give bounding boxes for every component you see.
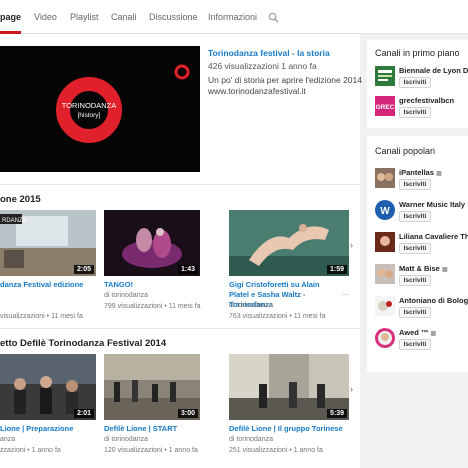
tab-informazioni[interactable]: Informazioni <box>208 0 257 34</box>
channel-name[interactable]: iPantellas ▦ <box>399 168 442 177</box>
channel-name[interactable]: Awed ™ ▦ <box>399 328 436 337</box>
video-thumbnail[interactable]: RDANZA 2:05 <box>0 210 96 276</box>
video-meta: zzazioni • 1 anno fa <box>0 447 61 454</box>
channel-name[interactable]: Liliana Cavaliere Th <box>399 232 468 241</box>
channel-row[interactable]: GREC grecfestivalbcn Iscriviti <box>375 96 468 122</box>
video-thumbnail[interactable]: 1:59 <box>229 210 349 276</box>
subscribe-button[interactable]: Iscriviti <box>399 307 431 318</box>
verified-icon: ▦ <box>436 171 442 177</box>
antoniano-logo-icon <box>375 296 395 316</box>
logo-text-line1: TORINODANZA <box>62 101 116 110</box>
tab-video[interactable]: Video <box>34 0 57 34</box>
video-duration: 1:59 <box>326 265 347 274</box>
video-meta: 763 visualizzazioni • 11 mesi fa <box>229 313 326 320</box>
video-meta: 251 visualizzazioni • 1 anno fa <box>229 447 323 454</box>
video-thumbnail[interactable]: 2:01 <box>0 354 96 420</box>
video-title[interactable]: TANGO! <box>104 280 200 290</box>
tab-canali[interactable]: Canali <box>111 0 137 34</box>
featured-video-link[interactable]: www.torinodanzafestival.it <box>208 86 306 96</box>
svg-text:GREC: GREC <box>376 104 395 111</box>
grec-logo-icon: GREC <box>375 96 395 116</box>
channel-name[interactable]: grecfestivalbcn <box>399 96 454 105</box>
tab-playlist[interactable]: Playlist <box>70 0 99 34</box>
chevron-right-icon[interactable]: › <box>350 384 353 394</box>
verified-icon: ▦ <box>430 331 437 337</box>
video-channel[interactable]: di torinodanza <box>229 436 273 443</box>
channel-name[interactable]: Warner Music Italy <box>399 200 465 209</box>
video-channel[interactable]: di torinodanza <box>229 302 273 309</box>
channel-row[interactable]: W Warner Music Italy Iscriviti <box>375 200 468 226</box>
subscribe-button[interactable]: Iscriviti <box>399 179 431 190</box>
featured-video-thumbnail[interactable]: TORINODANZA [history] <box>0 46 200 172</box>
avatar <box>375 328 395 348</box>
avatar <box>375 232 395 252</box>
warner-logo-icon: W <box>375 200 395 220</box>
video-meta: visualizzazioni • 11 mesi fa <box>0 313 83 320</box>
channel-name[interactable]: Matt & Bise ▦ <box>399 264 448 273</box>
video-meta: 120 visualizzazioni • 1 anno fa <box>104 447 198 454</box>
verified-icon: ▦ <box>441 267 448 273</box>
video-duration: 2:01 <box>73 409 94 418</box>
video-meta: 799 visualizzazioni • 11 mesi fa <box>104 303 201 310</box>
biennale-logo-icon <box>375 66 395 86</box>
subscribe-button[interactable]: Iscriviti <box>399 275 431 286</box>
video-duration: 3:00 <box>177 409 198 418</box>
search-icon[interactable] <box>268 12 279 23</box>
tab-discussione[interactable]: Discussione <box>149 0 198 34</box>
torinodanza-logo-icon: TORINODANZA [history] <box>0 46 200 172</box>
video-thumbnail[interactable]: 3:00 <box>104 354 200 420</box>
video-channel[interactable]: di torinodanza <box>104 436 148 443</box>
channel-row[interactable]: Liliana Cavaliere Th Iscriviti <box>375 232 468 258</box>
svg-text:RDANZA: RDANZA <box>2 218 27 224</box>
avatar <box>375 168 395 188</box>
channel-row[interactable]: Matt & Bise ▦ Iscriviti <box>375 264 468 290</box>
video-title[interactable]: Defilè Lione | Il gruppo Torinese <box>229 424 349 434</box>
main-content: TORINODANZA [history] Torinodanza festiv… <box>0 34 362 468</box>
subscribe-button[interactable]: Iscriviti <box>399 339 431 350</box>
video-title[interactable]: Lione | Preparazione <box>0 424 96 434</box>
channel-row[interactable]: Awed ™ ▦ Iscriviti <box>375 328 468 354</box>
channel-row[interactable]: iPantellas ▦ Iscriviti <box>375 168 468 194</box>
featured-channels-panel: Canali in primo piano Biennale de Lyon D… <box>367 40 468 128</box>
video-channel[interactable]: anza <box>0 436 15 443</box>
video-title[interactable]: Defilè Lione | START <box>104 424 200 434</box>
channel-name[interactable]: Biennale de Lyon D... <box>399 66 468 75</box>
video-duration: 1:43 <box>177 265 198 274</box>
section-divider <box>0 328 360 329</box>
avatar <box>375 264 395 284</box>
chevron-right-icon[interactable]: › <box>350 240 353 250</box>
featured-channels-title: Canali in primo piano <box>375 48 460 58</box>
video-duration: 5:39 <box>326 409 347 418</box>
channel-row[interactable]: Biennale de Lyon D... Iscriviti <box>375 66 468 92</box>
svg-text:W: W <box>380 206 390 217</box>
video-channel[interactable]: di torinodanza <box>104 292 148 299</box>
tab-home[interactable]: page <box>0 0 22 34</box>
featured-video-title[interactable]: Torinodanza festival - la storia <box>208 48 330 58</box>
shelf-title[interactable]: one 2015 <box>0 194 41 205</box>
subscribe-button[interactable]: Iscriviti <box>399 211 431 222</box>
video-thumbnail[interactable]: 5:39 <box>229 354 349 420</box>
popular-channels-panel: Canali popolari iPantellas ▦ Iscriviti W… <box>367 136 468 372</box>
logo-text-line2: [history] <box>78 112 101 119</box>
shelf-title[interactable]: etto Defilè Torinodanza Festival 2014 <box>0 338 166 349</box>
video-duration: 2:05 <box>73 265 94 274</box>
subscribe-button[interactable]: Iscriviti <box>399 107 431 118</box>
video-title[interactable]: danza Festival edizione <box>0 280 96 290</box>
channel-tab-bar: page Video Playlist Canali Discussione I… <box>0 0 468 34</box>
video-thumbnail[interactable]: 1:43 <box>104 210 200 276</box>
featured-video-description: Un po' di storia per aprire l'edizione 2… <box>208 75 362 85</box>
subscribe-button[interactable]: Iscriviti <box>399 243 431 254</box>
subscribe-button[interactable]: Iscriviti <box>399 77 431 88</box>
popular-channels-title: Canali popolari <box>375 146 436 156</box>
channel-row[interactable]: Antoniano di Bolog... Iscriviti <box>375 296 468 322</box>
channel-name[interactable]: Antoniano di Bolog... <box>399 296 468 305</box>
featured-video-meta: 426 visualizzazioni 1 anno fa <box>208 61 317 71</box>
more-icon[interactable]: ⋯ <box>341 290 349 299</box>
section-divider <box>0 184 360 185</box>
